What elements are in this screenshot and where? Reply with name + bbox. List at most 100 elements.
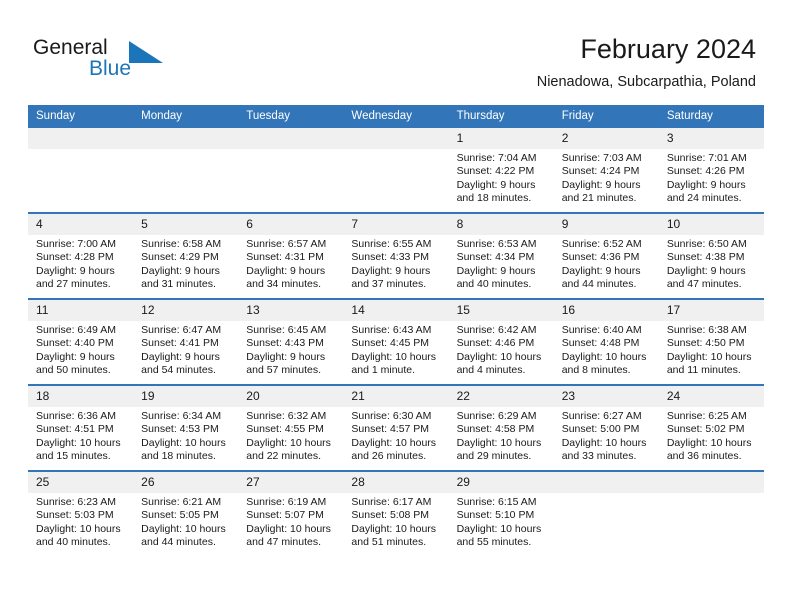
calendar-day-cell[interactable]: 3 Sunrise: 7:01 AM Sunset: 4:26 PM Daylight… xyxy=(658,128,764,213)
calendar-day-cell-empty xyxy=(28,128,134,213)
daylight-text: Daylight: 9 hours and 44 minutes. xyxy=(561,264,641,291)
calendar-day-cell[interactable]: 28 Sunrise: 6:17 AM Sunset: 5:08 PM Dayligh… xyxy=(343,470,449,556)
daylight-text: Daylight: 9 hours and 18 minutes. xyxy=(456,178,536,205)
daylight-text: Daylight: 10 hours and 26 minutes. xyxy=(351,436,437,463)
sunrise-text: Sunrise: 6:27 AM xyxy=(561,410,642,422)
calendar-day-cell[interactable]: 14 Sunrise: 6:43 AM Sunset: 4:45 PM Dayligh… xyxy=(343,298,449,385)
calendar-page: General Blue February 2024 Nienadowa, Su… xyxy=(0,0,792,612)
day-number: 26 xyxy=(133,472,239,493)
daylight-text: Daylight: 10 hours and 47 minutes. xyxy=(246,522,331,549)
day-number: 25 xyxy=(28,472,134,493)
sunrise-text: Sunrise: 6:25 AM xyxy=(666,410,747,422)
sunset-text: Sunset: 4:41 PM xyxy=(141,337,219,350)
calendar-day-cell[interactable]: 2 Sunrise: 7:03 AM Sunset: 4:24 PM Daylight… xyxy=(553,128,659,213)
sunset-text: Sunset: 4:22 PM xyxy=(456,165,535,178)
day-number: 21 xyxy=(343,386,449,407)
sunset-text: Sunset: 5:02 PM xyxy=(666,423,745,436)
sunset-text: Sunset: 4:43 PM xyxy=(246,337,324,350)
calendar-day-cell[interactable]: 26 Sunrise: 6:21 AM Sunset: 5:05 PM Dayligh… xyxy=(133,470,239,556)
sunrise-text: Sunrise: 6:36 AM xyxy=(36,410,116,422)
day-number: 10 xyxy=(658,214,764,235)
calendar-day-cell[interactable]: 11 Sunrise: 6:49 AM Sunset: 4:40 PM Dayligh… xyxy=(28,298,134,385)
day-number: 23 xyxy=(553,386,659,407)
day-number: 5 xyxy=(133,214,239,235)
sunrise-text: Sunrise: 6:52 AM xyxy=(561,238,642,250)
day-number: 12 xyxy=(133,300,239,321)
daylight-text: Daylight: 10 hours and 22 minutes. xyxy=(246,436,331,463)
calendar-day-cell[interactable]: 25 Sunrise: 6:23 AM Sunset: 5:03 PM Dayligh… xyxy=(28,470,134,556)
calendar-table: Sunday Monday Tuesday Wednesday Thursday… xyxy=(28,105,764,556)
daylight-text: Daylight: 9 hours and 34 minutes. xyxy=(246,264,326,291)
calendar-day-cell[interactable]: 4 Sunrise: 7:00 AM Sunset: 4:28 PM Daylight… xyxy=(28,212,134,299)
calendar-day-cell[interactable]: 12 Sunrise: 6:47 AM Sunset: 4:41 PM Dayligh… xyxy=(133,298,239,385)
daylight-text: Daylight: 10 hours and 29 minutes. xyxy=(456,436,542,463)
calendar-day-cell[interactable]: 20 Sunrise: 6:32 AM Sunset: 4:55 PM Dayligh… xyxy=(238,384,344,471)
day-details: Sunrise: 6:25 AM Sunset: 5:02 PM Daylight:… xyxy=(659,407,764,464)
sunset-text: Sunset: 4:48 PM xyxy=(561,337,640,350)
calendar-day-cell[interactable]: 27 Sunrise: 6:19 AM Sunset: 5:07 PM Dayligh… xyxy=(238,470,344,556)
day-details: Sunrise: 6:49 AM Sunset: 4:40 PM Daylight:… xyxy=(28,321,133,378)
day-number: 3 xyxy=(658,128,764,149)
sunrise-text: Sunrise: 6:19 AM xyxy=(246,496,327,508)
calendar-day-cell[interactable]: 7 Sunrise: 6:55 AM Sunset: 4:33 PM Daylight… xyxy=(343,212,449,299)
day-details: Sunrise: 6:36 AM Sunset: 4:51 PM Daylight:… xyxy=(28,407,133,464)
daylight-text: Daylight: 9 hours and 37 minutes. xyxy=(351,264,431,291)
sunset-text: Sunset: 5:07 PM xyxy=(246,509,324,522)
calendar-day-cell[interactable]: 22 Sunrise: 6:29 AM Sunset: 4:58 PM Dayligh… xyxy=(448,384,554,471)
sunset-text: Sunset: 4:50 PM xyxy=(666,337,745,350)
daylight-text: Daylight: 10 hours and 18 minutes. xyxy=(141,436,226,463)
sunrise-text: Sunrise: 6:50 AM xyxy=(666,238,747,250)
daylight-text: Daylight: 10 hours and 8 minutes. xyxy=(561,350,647,377)
calendar-container: Sunday Monday Tuesday Wednesday Thursday… xyxy=(28,105,764,556)
sunset-text: Sunset: 4:28 PM xyxy=(36,251,114,264)
daylight-text: Daylight: 10 hours and 44 minutes. xyxy=(141,522,226,549)
day-number: 2 xyxy=(553,128,659,149)
sunrise-text: Sunrise: 6:17 AM xyxy=(351,496,432,508)
calendar-day-cell[interactable]: 21 Sunrise: 6:30 AM Sunset: 4:57 PM Dayligh… xyxy=(343,384,449,471)
calendar-day-cell[interactable]: 6 Sunrise: 6:57 AM Sunset: 4:31 PM Daylight… xyxy=(238,212,344,299)
day-details: Sunrise: 6:55 AM Sunset: 4:33 PM Daylight:… xyxy=(343,235,448,292)
calendar-day-cell[interactable]: 19 Sunrise: 6:34 AM Sunset: 4:53 PM Dayligh… xyxy=(133,384,239,471)
calendar-day-cell[interactable]: 23 Sunrise: 6:27 AM Sunset: 5:00 PM Dayligh… xyxy=(553,384,659,471)
day-details: Sunrise: 6:29 AM Sunset: 4:58 PM Daylight:… xyxy=(449,407,554,464)
day-number: 22 xyxy=(448,386,554,407)
triangle-icon xyxy=(129,41,163,63)
sunrise-text: Sunrise: 6:38 AM xyxy=(666,324,747,336)
calendar-body: 1 Sunrise: 7:04 AM Sunset: 4:22 PM Daylight… xyxy=(28,128,764,556)
sunrise-text: Sunrise: 6:42 AM xyxy=(456,324,537,336)
sunset-text: Sunset: 4:58 PM xyxy=(456,423,535,436)
sunset-text: Sunset: 4:45 PM xyxy=(351,337,430,350)
calendar-day-cell[interactable]: 9 Sunrise: 6:52 AM Sunset: 4:36 PM Daylight… xyxy=(553,212,659,299)
sunrise-text: Sunrise: 6:15 AM xyxy=(456,496,537,508)
day-details: Sunrise: 6:21 AM Sunset: 5:05 PM Daylight:… xyxy=(133,493,238,550)
calendar-day-cell[interactable]: 15 Sunrise: 6:42 AM Sunset: 4:46 PM Dayligh… xyxy=(448,298,554,385)
sunrise-text: Sunrise: 6:43 AM xyxy=(351,324,432,336)
weekday-header-friday: Friday xyxy=(553,105,659,128)
sunrise-text: Sunrise: 6:53 AM xyxy=(456,238,537,250)
day-number: 18 xyxy=(28,386,134,407)
calendar-day-cell[interactable]: 5 Sunrise: 6:58 AM Sunset: 4:29 PM Daylight… xyxy=(133,212,239,299)
day-details: Sunrise: 6:15 AM Sunset: 5:10 PM Daylight:… xyxy=(449,493,554,550)
day-details: Sunrise: 6:57 AM Sunset: 4:31 PM Daylight:… xyxy=(238,235,343,292)
calendar-day-cell[interactable]: 13 Sunrise: 6:45 AM Sunset: 4:43 PM Dayligh… xyxy=(238,298,344,385)
weekday-header-sunday: Sunday xyxy=(28,105,134,128)
calendar-day-cell[interactable]: 24 Sunrise: 6:25 AM Sunset: 5:02 PM Dayligh… xyxy=(658,384,764,471)
day-details: Sunrise: 6:34 AM Sunset: 4:53 PM Daylight:… xyxy=(133,407,238,464)
day-number: 16 xyxy=(553,300,659,321)
calendar-day-cell[interactable]: 16 Sunrise: 6:40 AM Sunset: 4:48 PM Dayligh… xyxy=(553,298,659,385)
page-subtitle: Nienadowa, Subcarpathia, Poland xyxy=(536,74,756,90)
day-number: 29 xyxy=(448,472,554,493)
calendar-day-cell[interactable]: 18 Sunrise: 6:36 AM Sunset: 4:51 PM Dayligh… xyxy=(28,384,134,471)
day-number: 4 xyxy=(28,214,134,235)
calendar-day-cell[interactable]: 29 Sunrise: 6:15 AM Sunset: 5:10 PM Dayligh… xyxy=(448,470,554,556)
calendar-day-cell[interactable]: 10 Sunrise: 6:50 AM Sunset: 4:38 PM Dayligh… xyxy=(658,212,764,299)
day-details: Sunrise: 6:43 AM Sunset: 4:45 PM Daylight:… xyxy=(343,321,448,378)
calendar-day-cell[interactable]: 8 Sunrise: 6:53 AM Sunset: 4:34 PM Daylight… xyxy=(448,212,554,299)
sunset-text: Sunset: 4:57 PM xyxy=(351,423,430,436)
calendar-week-row: 18 Sunrise: 6:36 AM Sunset: 4:51 PM Dayligh… xyxy=(28,384,764,471)
calendar-day-cell[interactable]: 1 Sunrise: 7:04 AM Sunset: 4:22 PM Daylight… xyxy=(448,128,554,213)
sunrise-text: Sunrise: 6:58 AM xyxy=(141,238,222,250)
calendar-day-cell[interactable]: 17 Sunrise: 6:38 AM Sunset: 4:50 PM Dayligh… xyxy=(658,298,764,385)
calendar-week-row: 25 Sunrise: 6:23 AM Sunset: 5:03 PM Dayligh… xyxy=(28,470,764,556)
daylight-text: Daylight: 10 hours and 15 minutes. xyxy=(36,436,121,463)
